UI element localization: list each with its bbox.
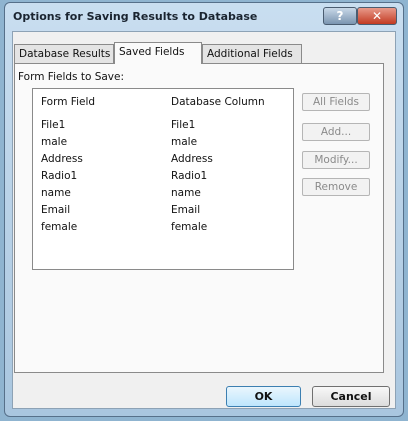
modify-button[interactable]: Modify... — [302, 151, 370, 169]
row-database-column[interactable]: Address — [171, 153, 213, 165]
column-header-database-column[interactable]: Database Column — [171, 96, 265, 108]
row-form-field[interactable]: name — [41, 187, 71, 199]
remove-button[interactable]: Remove — [302, 178, 370, 196]
row-form-field[interactable]: male — [41, 136, 67, 148]
row-form-field[interactable]: File1 — [41, 119, 65, 131]
row-database-column[interactable]: name — [171, 187, 201, 199]
form-fields-label: Form Fields to Save: — [18, 71, 125, 83]
cancel-button[interactable]: Cancel — [312, 386, 390, 407]
row-database-column[interactable]: female — [171, 221, 207, 233]
row-database-column[interactable]: Radio1 — [171, 170, 207, 182]
row-form-field[interactable]: Radio1 — [41, 170, 77, 182]
dialog-title: Options for Saving Results to Database — [13, 10, 258, 23]
row-database-column[interactable]: male — [171, 136, 197, 148]
tab-additional-fields[interactable]: Additional Fields — [202, 44, 302, 63]
tab-saved-fields[interactable]: Saved Fields — [114, 42, 202, 64]
title-bar[interactable]: Options for Saving Results to Database ?… — [5, 3, 403, 31]
column-header-form-field[interactable]: Form Field — [41, 96, 95, 108]
all-fields-button[interactable]: All Fields — [302, 93, 370, 111]
tab-database-results[interactable]: Database Results — [14, 44, 114, 63]
ok-button[interactable]: OK — [226, 386, 301, 407]
close-button[interactable]: ✕ — [357, 7, 397, 25]
add-button[interactable]: Add... — [302, 123, 370, 141]
row-database-column[interactable]: Email — [171, 204, 200, 216]
help-button[interactable]: ? — [323, 7, 357, 25]
fields-listbox[interactable]: Form Field Database Column File1 File1 m… — [32, 88, 294, 270]
row-form-field[interactable]: female — [41, 221, 77, 233]
row-database-column[interactable]: File1 — [171, 119, 195, 131]
row-form-field[interactable]: Address — [41, 153, 83, 165]
row-form-field[interactable]: Email — [41, 204, 70, 216]
